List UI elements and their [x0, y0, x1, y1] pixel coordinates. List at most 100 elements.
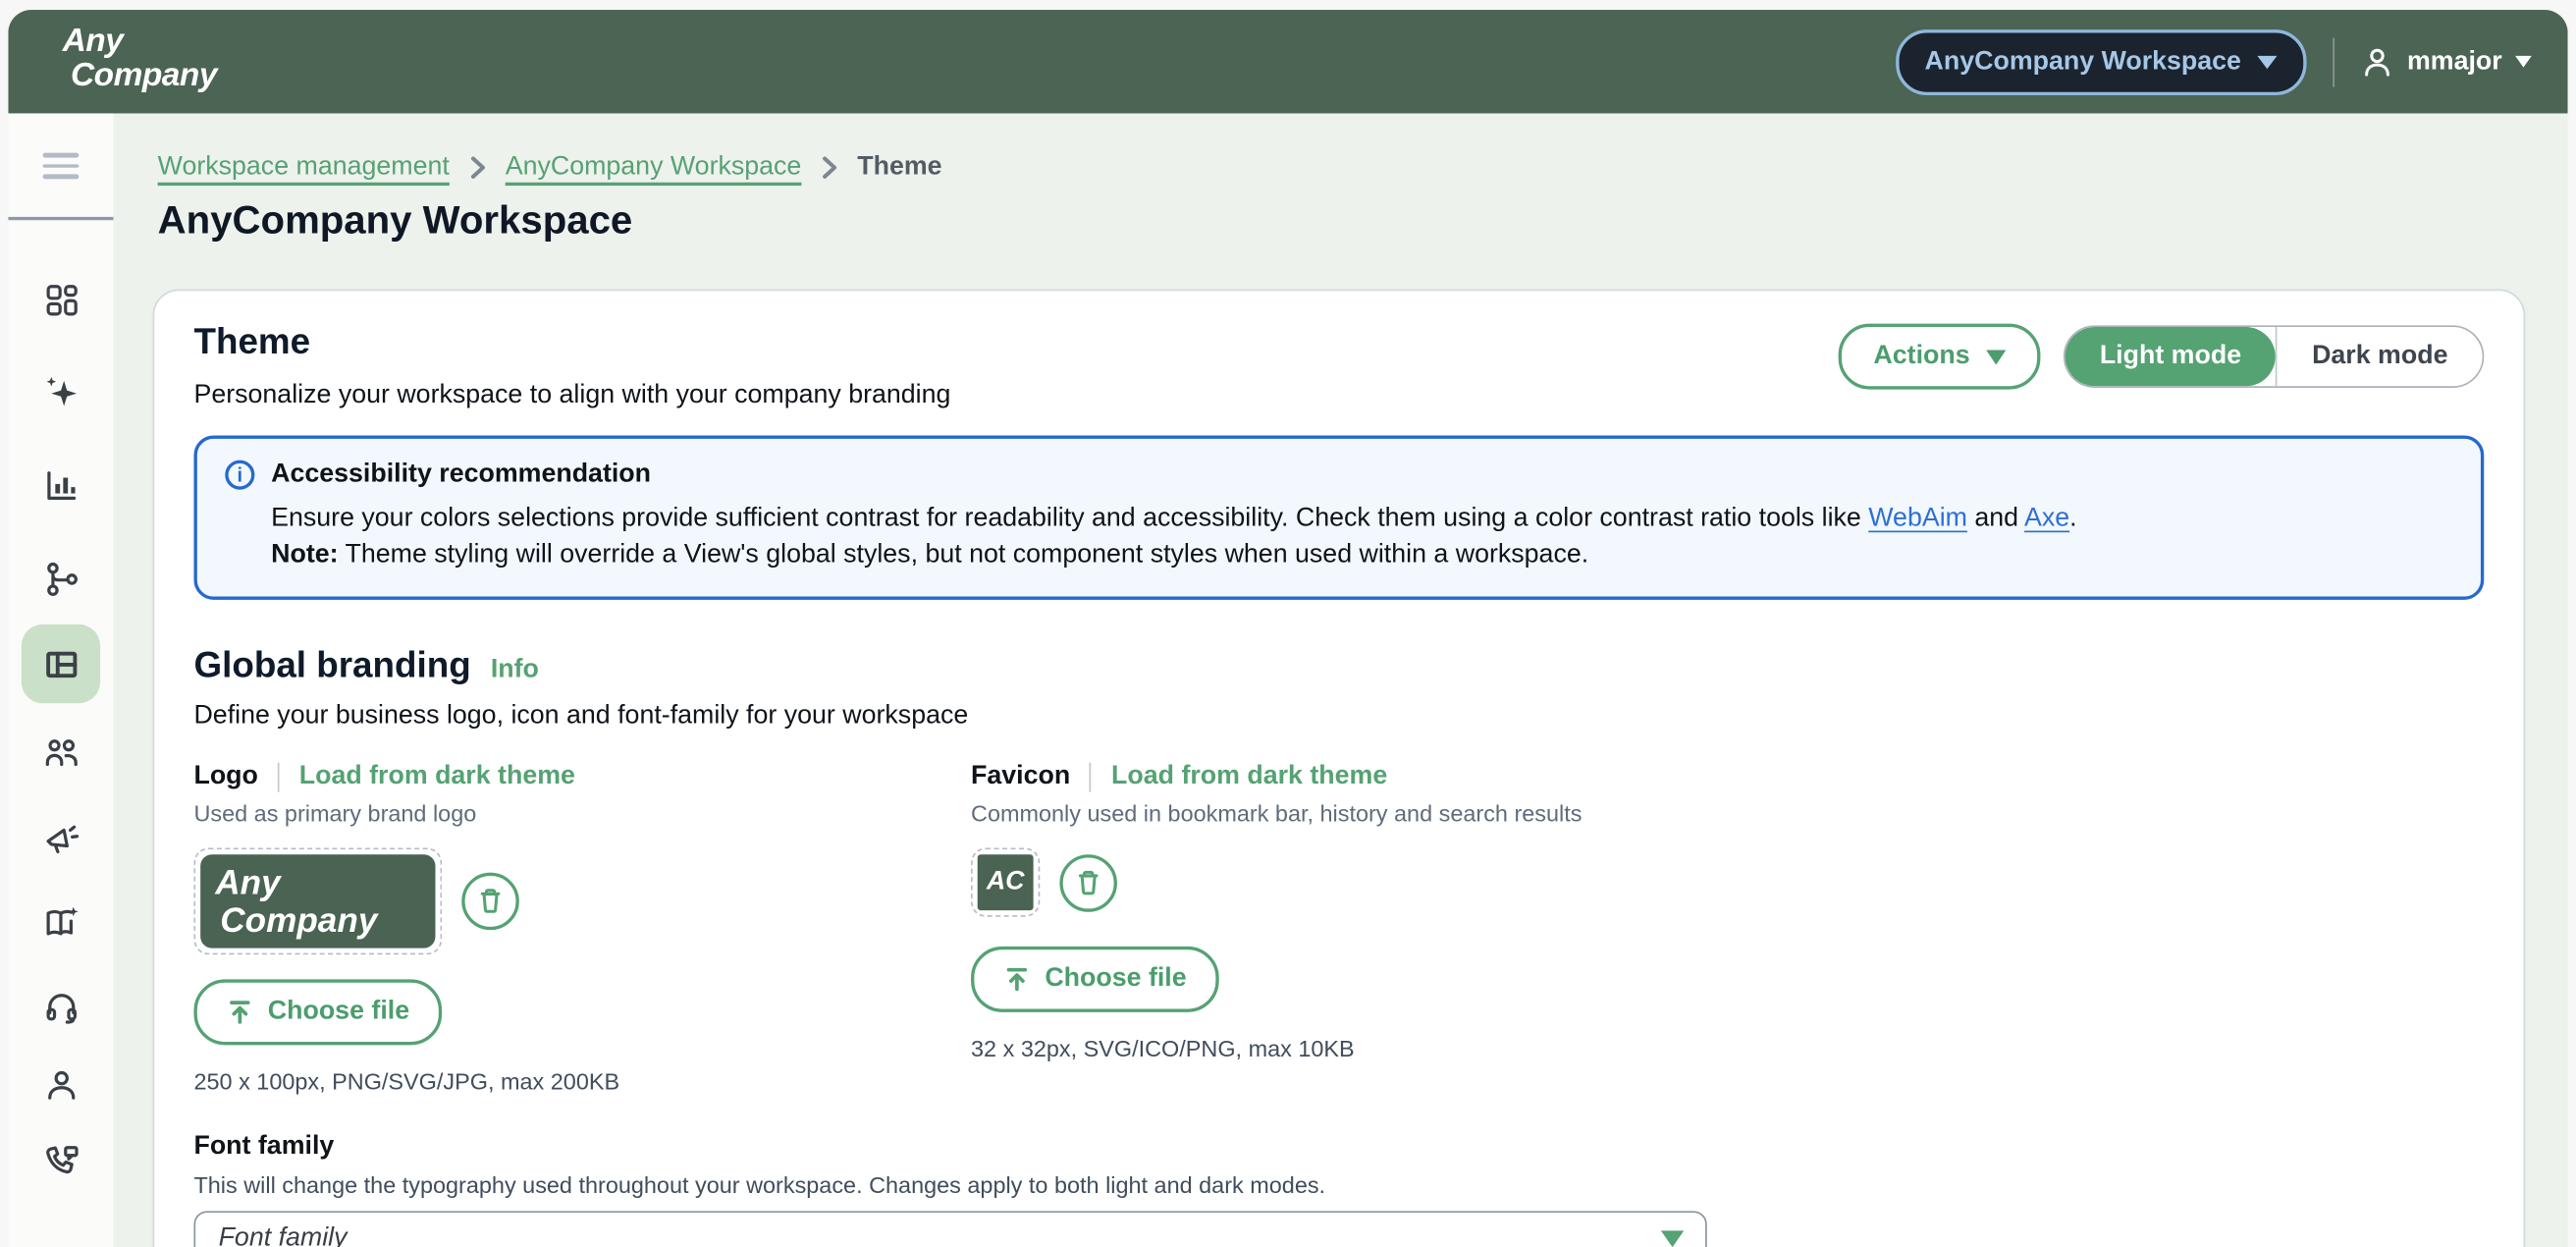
alert-note-text: Theme styling will override a View's glo… — [339, 541, 1589, 569]
logo-label-row: Logo Load from dark theme — [193, 762, 971, 791]
header-right: AnyCompany Workspace mmajor — [1895, 10, 2531, 113]
company-logo-line1: Any — [63, 25, 217, 59]
dark-mode-label: Dark mode — [2312, 342, 2447, 371]
logo-hint: 250 x 100px, PNG/SVG/JPG, max 200KB — [193, 1068, 971, 1095]
logo-preview-row: Any Company — [193, 848, 971, 955]
sidebar-item-ai-assistant[interactable] — [22, 352, 100, 430]
light-mode-button[interactable]: Light mode — [2066, 327, 2277, 386]
actions-button[interactable]: Actions — [1839, 324, 2040, 390]
user-icon — [2361, 45, 2393, 78]
sparkle-icon — [42, 372, 80, 409]
logo-preview: Any Company — [193, 848, 442, 955]
card-description: Personalize your workspace to align with… — [193, 381, 950, 410]
logo-choose-file-label: Choose file — [268, 998, 409, 1027]
workspace-switcher-label: AnyCompany Workspace — [1925, 47, 2241, 77]
page: Any Company AnyCompany Workspace mmajor — [0, 0, 2576, 1247]
alert-text: Ensure your colors selections provide su… — [271, 505, 1868, 532]
logo-load-from-dark-theme-link[interactable]: Load from dark theme — [299, 762, 575, 791]
logo-column: Logo Load from dark theme Used as primar… — [193, 762, 971, 1094]
logo-choose-file-button[interactable]: Choose file — [193, 979, 442, 1045]
user-name: mmajor — [2407, 47, 2502, 77]
card-title: Theme — [193, 320, 950, 363]
card-header: Theme Personalize your workspace to alig… — [193, 320, 2484, 410]
global-branding-header: Global branding Info — [193, 644, 2484, 687]
company-logo-line2: Company — [71, 59, 217, 93]
breadcrumb-anycompany-workspace[interactable]: AnyCompany Workspace — [506, 153, 802, 183]
breadcrumb-workspace-management[interactable]: Workspace management — [158, 153, 450, 183]
favicon-preview-image: AC — [978, 854, 1034, 910]
workspace-switcher-button[interactable]: AnyCompany Workspace — [1895, 28, 2306, 94]
favicon-load-from-dark-theme-link[interactable]: Load from dark theme — [1111, 762, 1387, 791]
user-menu[interactable]: mmajor — [2361, 45, 2532, 78]
favicon-label-row: Favicon Load from dark theme — [971, 762, 2484, 791]
info-link[interactable]: Info — [491, 656, 539, 685]
main-content: Workspace management AnyCompany Workspac… — [113, 113, 2567, 1247]
axe-link[interactable]: Axe — [2024, 505, 2069, 532]
font-family-placeholder: Font family — [219, 1224, 348, 1247]
logo-delete-button[interactable] — [461, 873, 519, 931]
person-icon — [42, 1065, 80, 1103]
phone-message-icon — [42, 1143, 80, 1180]
font-family-description: This will change the typography used thr… — [193, 1171, 2484, 1198]
alert-body: Ensure your colors selections provide su… — [271, 501, 2454, 573]
logo-label: Logo — [193, 762, 257, 791]
favicon-sublabel: Commonly used in bookmark bar, history a… — [971, 800, 2484, 827]
card-header-left: Theme Personalize your workspace to alig… — [193, 320, 950, 410]
sidebar-item-announcements[interactable] — [22, 798, 100, 877]
menu-icon[interactable] — [43, 153, 80, 179]
favicon-preview-text: AC — [987, 868, 1025, 897]
branch-icon — [42, 560, 80, 597]
font-family-label: Font family — [193, 1132, 2484, 1162]
favicon-delete-button[interactable] — [1059, 853, 1117, 911]
sidebar-divider — [8, 217, 113, 220]
layout-icon — [42, 645, 80, 682]
sidebar-item-dashboard[interactable] — [22, 259, 100, 338]
alert-title: Accessibility recommendation — [271, 461, 651, 490]
breadcrumb-separator-icon — [469, 156, 486, 179]
dashboard-icon — [42, 280, 80, 317]
accessibility-alert: i Accessibility recommendation Ensure yo… — [193, 435, 2484, 599]
favicon-choose-file-label: Choose file — [1045, 964, 1186, 994]
sidebar-item-contact[interactable] — [22, 1122, 100, 1201]
app-header: Any Company AnyCompany Workspace mmajor — [8, 10, 2567, 113]
alert-text: and — [1967, 505, 2024, 532]
logo-preview-line2: Company — [220, 902, 435, 940]
sidebar-item-profile[interactable] — [22, 1045, 100, 1123]
font-family-select[interactable]: Font family — [193, 1211, 1706, 1247]
breadcrumb-separator-icon — [821, 156, 837, 179]
sidebar-item-knowledge[interactable] — [22, 883, 100, 961]
chevron-down-icon — [2515, 56, 2532, 68]
upload-icon — [227, 999, 253, 1025]
sidebar-item-views[interactable] — [22, 624, 100, 703]
card-header-controls: Actions Light mode Dark mode — [1839, 324, 2484, 390]
alert-note-line: Note: Theme styling will override a View… — [271, 537, 2454, 573]
sidebar-item-workflows[interactable] — [22, 539, 100, 618]
sidebar-item-users[interactable] — [22, 713, 100, 791]
favicon-preview: AC — [971, 848, 1040, 917]
sidebar-item-support[interactable] — [22, 966, 100, 1045]
megaphone-icon — [42, 819, 80, 856]
chevron-down-icon — [2258, 55, 2278, 68]
global-branding-title: Global branding — [193, 644, 470, 687]
global-branding-description: Define your business logo, icon and font… — [193, 702, 2484, 732]
favicon-column: Favicon Load from dark theme Commonly us… — [971, 762, 2484, 1094]
sidebar — [8, 113, 113, 1247]
app-frame: Any Company AnyCompany Workspace mmajor — [8, 10, 2567, 1247]
sidebar-item-analytics[interactable] — [22, 446, 100, 524]
label-divider — [278, 762, 280, 791]
label-divider — [1090, 762, 1092, 791]
favicon-label: Favicon — [971, 762, 1070, 791]
breadcrumb: Workspace management AnyCompany Workspac… — [158, 153, 942, 183]
favicon-preview-row: AC — [971, 848, 2484, 917]
favicon-choose-file-button[interactable]: Choose file — [971, 947, 1219, 1012]
headset-icon — [42, 987, 80, 1024]
alert-title-row: i Accessibility recommendation — [225, 461, 2454, 490]
upload-icon — [1003, 966, 1030, 993]
logo-preview-image: Any Company — [200, 854, 435, 948]
book-sparkle-icon — [42, 903, 80, 941]
dark-mode-button[interactable]: Dark mode — [2278, 327, 2483, 386]
webaim-link[interactable]: WebAim — [1868, 505, 1967, 532]
alert-body-line1: Ensure your colors selections provide su… — [271, 501, 2454, 537]
alert-text: . — [2069, 505, 2076, 532]
trash-icon — [1073, 867, 1104, 898]
